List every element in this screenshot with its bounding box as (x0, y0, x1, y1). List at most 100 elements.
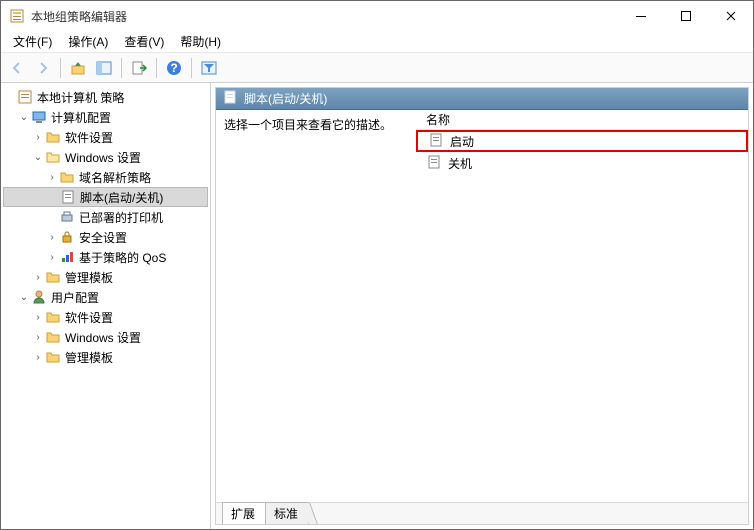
tree-dns-policy[interactable]: › 域名解析策略 (3, 167, 208, 187)
twisty-expanded-icon[interactable]: ⌄ (17, 292, 31, 303)
printer-icon (59, 209, 75, 225)
description-column: 选择一个项目来查看它的描述。 (216, 110, 416, 502)
menubar: 文件(F) 操作(A) 查看(V) 帮助(H) (1, 31, 753, 53)
twisty-collapsed-icon[interactable]: › (31, 312, 45, 323)
tree-label: 软件设置 (65, 129, 113, 146)
titlebar: 本地组策略编辑器 (1, 1, 753, 31)
tree-admin-templates-user[interactable]: › 管理模板 (3, 347, 208, 367)
tree-windows-settings-user[interactable]: › Windows 设置 (3, 327, 208, 347)
script-icon (428, 132, 444, 151)
toolbar-separator (156, 58, 157, 78)
minimize-button[interactable] (618, 1, 663, 31)
toolbar-separator (121, 58, 122, 78)
tree-windows-settings[interactable]: ⌄ Windows 设置 (3, 147, 208, 167)
window-title: 本地组策略编辑器 (31, 8, 127, 25)
folder-open-icon (45, 149, 61, 165)
help-button[interactable]: ? (162, 56, 186, 80)
tree-label: 用户配置 (51, 289, 99, 306)
twisty-expanded-icon[interactable]: ⌄ (31, 152, 45, 163)
up-button[interactable] (66, 56, 90, 80)
detail-header: 脚本(启动/关机) (216, 88, 748, 110)
tab-standard[interactable]: 标准 (265, 502, 309, 524)
folder-icon (45, 329, 61, 345)
tree-qos[interactable]: › 基于策略的 QoS (3, 247, 208, 267)
folder-icon (45, 309, 61, 325)
list-row-shutdown[interactable]: 关机 (416, 152, 748, 174)
tree-label: 基于策略的 QoS (79, 249, 166, 266)
twisty-collapsed-icon[interactable]: › (45, 172, 59, 183)
detail-panel: 脚本(启动/关机) 选择一个项目来查看它的描述。 名称 启动 关机 (211, 83, 753, 529)
twisty-icon: ▶ (3, 92, 17, 103)
tree-software-settings-user[interactable]: › 软件设置 (3, 307, 208, 327)
export-button[interactable] (127, 56, 151, 80)
menu-action[interactable]: 操作(A) (60, 31, 116, 52)
bars-icon (59, 249, 75, 265)
folder-icon (45, 349, 61, 365)
computer-icon (31, 109, 47, 125)
detail-inner: 脚本(启动/关机) 选择一个项目来查看它的描述。 名称 启动 关机 (215, 87, 749, 525)
script-icon (426, 154, 442, 173)
policy-icon (17, 89, 33, 105)
close-button[interactable] (708, 1, 753, 31)
detail-title: 脚本(启动/关机) (244, 90, 327, 107)
forward-button (31, 56, 55, 80)
twisty-collapsed-icon[interactable]: › (45, 252, 59, 263)
twisty-expanded-icon[interactable]: ⌄ (17, 112, 31, 123)
tree-printers[interactable]: › 已部署的打印机 (3, 207, 208, 227)
column-header-name[interactable]: 名称 (416, 110, 748, 130)
twisty-collapsed-icon[interactable]: › (45, 232, 59, 243)
folder-icon (45, 129, 61, 145)
list-item-label: 启动 (450, 133, 474, 150)
menu-file[interactable]: 文件(F) (5, 31, 60, 52)
tree-label: 管理模板 (65, 349, 113, 366)
tree-scripts[interactable]: › 脚本(启动/关机) (3, 187, 208, 207)
list-item-label: 关机 (448, 155, 472, 172)
script-icon (60, 189, 76, 205)
script-icon (222, 89, 238, 108)
twisty-collapsed-icon[interactable]: › (31, 272, 45, 283)
tree-panel[interactable]: ▶ 本地计算机 策略 ⌄ 计算机配置 › 软件设置 ⌄ Windows 设置 ›… (1, 83, 211, 529)
tab-extended[interactable]: 扩展 (222, 502, 266, 524)
tree-root[interactable]: ▶ 本地计算机 策略 (3, 87, 208, 107)
menu-help[interactable]: 帮助(H) (172, 31, 229, 52)
toolbar-separator (191, 58, 192, 78)
tree-label: 本地计算机 策略 (37, 89, 124, 106)
list-row-startup[interactable]: 启动 (416, 130, 748, 152)
tree-label: Windows 设置 (65, 329, 141, 346)
tree-label: 已部署的打印机 (79, 209, 163, 226)
folder-icon (59, 169, 75, 185)
twisty-collapsed-icon[interactable]: › (31, 132, 45, 143)
tree-software-settings[interactable]: › 软件设置 (3, 127, 208, 147)
back-button (5, 56, 29, 80)
tree-computer-config[interactable]: ⌄ 计算机配置 (3, 107, 208, 127)
twisty-collapsed-icon[interactable]: › (31, 352, 45, 363)
tree-security[interactable]: › 安全设置 (3, 227, 208, 247)
app-icon (9, 8, 25, 24)
detail-body: 选择一个项目来查看它的描述。 名称 启动 关机 (216, 110, 748, 502)
toolbar: ? (1, 53, 753, 83)
tree-user-config[interactable]: ⌄ 用户配置 (3, 287, 208, 307)
tree-label: 域名解析策略 (79, 169, 151, 186)
content-area: ▶ 本地计算机 策略 ⌄ 计算机配置 › 软件设置 ⌄ Windows 设置 ›… (1, 83, 753, 529)
tree-label: 管理模板 (65, 269, 113, 286)
folder-icon (45, 269, 61, 285)
menu-view[interactable]: 查看(V) (116, 31, 172, 52)
svg-text:?: ? (170, 61, 177, 75)
twisty-icon: › (46, 192, 60, 203)
maximize-button[interactable] (663, 1, 708, 31)
twisty-collapsed-icon[interactable]: › (31, 332, 45, 343)
tree-label: Windows 设置 (65, 149, 141, 166)
tree-label: 计算机配置 (51, 109, 111, 126)
lock-icon (59, 229, 75, 245)
show-hide-tree-button[interactable] (92, 56, 116, 80)
tree-admin-templates[interactable]: › 管理模板 (3, 267, 208, 287)
tree-label: 软件设置 (65, 309, 113, 326)
list-column: 名称 启动 关机 (416, 110, 748, 502)
twisty-icon: › (45, 212, 59, 223)
user-icon (31, 289, 47, 305)
tree-label: 安全设置 (79, 229, 127, 246)
tree-label: 脚本(启动/关机) (80, 189, 163, 206)
tabs-row: 扩展 标准 (216, 502, 748, 524)
toolbar-separator (60, 58, 61, 78)
filter-button[interactable] (197, 56, 221, 80)
